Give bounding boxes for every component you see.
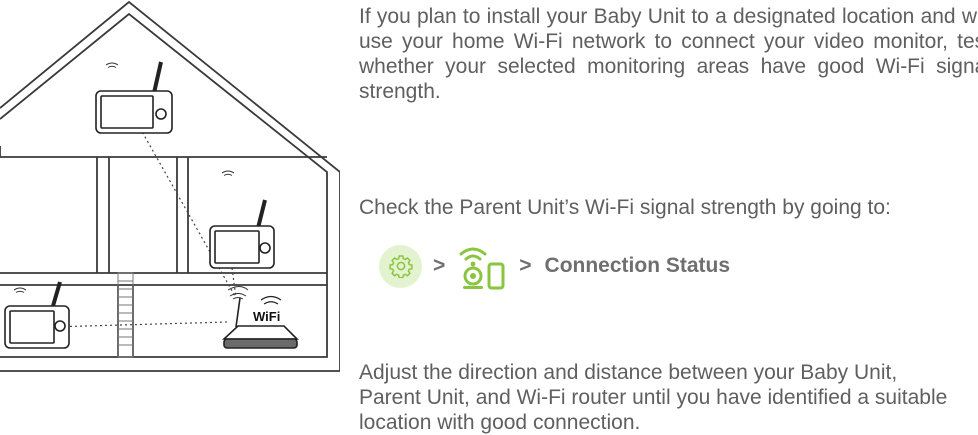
path-separator: >: [519, 254, 532, 277]
parent-unit-attic: [95, 61, 173, 134]
path-separator: >: [433, 254, 446, 277]
settings-navigation-path: > > Connection Status: [379, 240, 730, 292]
intro-paragraph: If you plan to install your Baby Unit to…: [359, 5, 978, 103]
router-wifi-label: WiFi: [253, 309, 280, 324]
check-instruction: Check the Parent Unit’s Wi-Fi signal str…: [359, 196, 891, 219]
parent-unit-lower: [4, 281, 70, 349]
parent-unit-middle: [209, 199, 275, 269]
gear-icon: [379, 244, 422, 288]
house-wifi-illustration: WiFi: [0, 0, 340, 372]
camera-phone-connection-icon: [459, 247, 505, 290]
connection-status-label: Connection Status: [544, 254, 731, 277]
adjust-paragraph: Adjust the direction and distance betwee…: [359, 361, 948, 434]
